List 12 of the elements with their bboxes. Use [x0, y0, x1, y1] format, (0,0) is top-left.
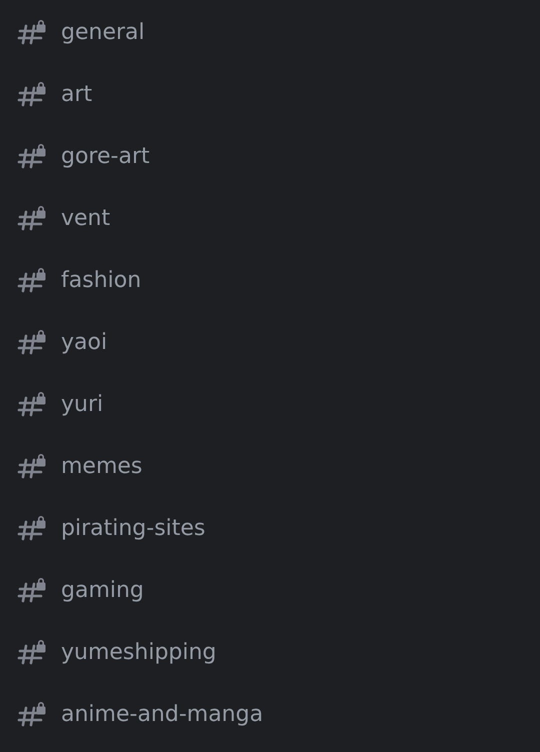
channel-item[interactable]: fashion [0, 249, 540, 311]
channel-item[interactable]: memes [0, 435, 540, 497]
channel-item[interactable]: gore-art [0, 125, 540, 187]
channel-item[interactable]: vent [0, 187, 540, 249]
channel-item[interactable]: pirating-sites [0, 497, 540, 559]
channel-item[interactable]: yaoi [0, 311, 540, 373]
channel-item[interactable]: art [0, 63, 540, 125]
channel-item[interactable]: yumeshipping [0, 621, 540, 683]
channel-item[interactable]: general [0, 1, 540, 63]
channel-item[interactable]: yuri [0, 373, 540, 435]
channel-item[interactable]: gaming [0, 559, 540, 621]
channel-item[interactable]: anime-and-manga [0, 683, 540, 745]
